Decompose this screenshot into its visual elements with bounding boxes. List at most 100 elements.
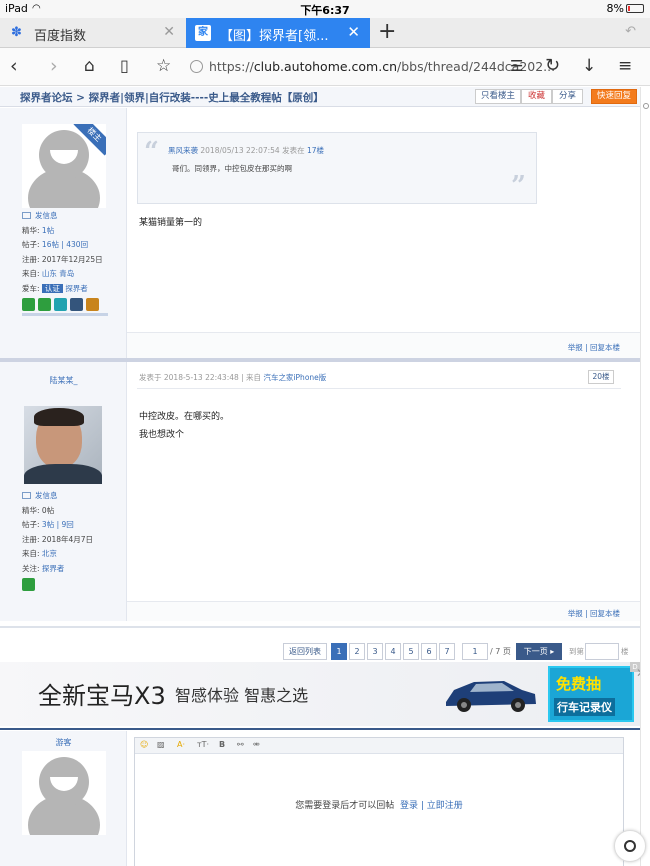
send-message-link[interactable]: 发信息 (35, 491, 58, 500)
post-actions: 举报 | 回复本楼 (567, 609, 620, 618)
post-source-link[interactable]: 汽车之家iPhone版 (263, 373, 326, 382)
reply-editor[interactable]: ☺ ▨ A· тT· B ⚯ ⚮ 您需要登录后才可以回帖 登录 | 立即注册 (134, 737, 624, 866)
close-tab-icon[interactable]: ✕ (347, 23, 360, 41)
bookmarks-icon[interactable]: ▯ (120, 55, 129, 77)
page-6[interactable]: 6 (421, 643, 437, 660)
favorite-button[interactable]: 收藏 (521, 89, 552, 104)
report-link[interactable]: 举报 (568, 343, 583, 352)
stat-value[interactable]: 3帖 | 9回 (42, 520, 74, 529)
bold-icon[interactable]: B (219, 740, 225, 749)
page-total: / 7 页 (490, 647, 511, 656)
promo-badge[interactable]: 免费抽 行车记录仪 (548, 666, 634, 722)
guest-label: 游客 (55, 738, 72, 747)
quote-floor-link[interactable]: 17楼 (307, 146, 324, 155)
tab-autohome[interactable]: 家 【图】探界者[领... ✕ (186, 18, 370, 48)
owner-medal-icon[interactable] (86, 297, 99, 311)
link-icon[interactable]: ⚯ (237, 740, 244, 749)
stat-value[interactable]: 北京 (42, 549, 57, 558)
page-7[interactable]: 7 (439, 643, 455, 660)
stat-label: 精华: (22, 505, 40, 515)
tab-baidu-index[interactable]: ✽ 百度指数 ✕ (0, 18, 184, 48)
close-tab-icon[interactable]: ✕ (163, 24, 175, 40)
report-link[interactable]: 举报 (568, 609, 583, 618)
tab-bar: ✽ 百度指数 ✕ 家 【图】探界者[领... ✕ + ↶ (0, 18, 650, 48)
level-medal-icon[interactable] (22, 297, 35, 311)
new-tab-icon[interactable]: + (378, 19, 396, 44)
bmw-ad-banner[interactable]: 全新宝马X3 智感体验 智惠之选 免费抽 行车记录仪 D (0, 662, 640, 726)
menu-icon[interactable]: ≡ (618, 55, 632, 77)
undo-icon[interactable]: ↶ (625, 24, 636, 39)
breadcrumb-forum-link[interactable]: 探界者论坛 (20, 92, 73, 104)
stat-value[interactable]: 16帖 | 430回 (42, 240, 88, 249)
floating-menu-button[interactable] (614, 830, 646, 862)
only-author-button[interactable]: 只看楼主 (475, 89, 521, 104)
stat-label: 爱车: (22, 283, 40, 293)
back-icon[interactable]: ‹ (10, 55, 18, 77)
breadcrumb: 探界者论坛 > 探界者|领界|自行改装----史上最全教程帖【原创】 (20, 90, 324, 105)
page-5[interactable]: 5 (403, 643, 419, 660)
guest-avatar (22, 751, 106, 835)
home-icon[interactable]: ⌂ (84, 55, 95, 77)
author-sidebar: 陆某某_ 发信息 精华: 0帖 帖子: 3帖 | 9回 注册: 2018年4月7… (0, 362, 127, 621)
author-username[interactable]: 陆某某_ (0, 375, 127, 386)
quick-reply-button[interactable]: 快速回复 (591, 89, 637, 104)
stat-value[interactable]: 1帖 (42, 226, 54, 235)
level-medal-icon[interactable] (38, 297, 51, 311)
unlink-icon[interactable]: ⚮ (253, 740, 260, 749)
breadcrumb-separator: > (72, 92, 89, 104)
download-icon[interactable]: ↓ (582, 55, 596, 77)
author-stats: 发信息 精华: 1帖 帖子: 16帖 | 430回 注册: 2017年12月25… (22, 209, 108, 316)
stat-label: 来自: (22, 269, 40, 278)
quote-author-link[interactable]: 黑风来袭 (168, 146, 198, 155)
stat-value: 0帖 (41, 505, 55, 515)
promo-bottom-text: 行车记录仪 (554, 698, 615, 716)
reload-icon[interactable]: ↻ (545, 55, 560, 77)
goto-label: 到第 (569, 647, 584, 656)
page-3[interactable]: 3 (367, 643, 383, 660)
floor-number[interactable]: 20楼 (588, 370, 614, 384)
tabs-overview-icon[interactable]: ☰ (510, 55, 523, 77)
post-floor-20: 陆某某_ 发信息 精华: 0帖 帖子: 3帖 | 9回 注册: 2018年4月7… (0, 362, 640, 621)
ad-tagline: 智感体验 智惠之选 (175, 686, 309, 705)
avatar[interactable] (24, 406, 102, 484)
page-4[interactable]: 4 (385, 643, 401, 660)
expand-bar[interactable] (22, 312, 108, 316)
share-button[interactable]: 分享 (552, 89, 583, 104)
ad-headline: 全新宝马X3 (38, 682, 166, 710)
reply-floor-link[interactable]: 回复本楼 (590, 343, 620, 352)
goto-floor-input[interactable] (585, 643, 619, 660)
post-divider (0, 626, 640, 628)
url-path: /bbs/thread/244dca202... (397, 59, 556, 74)
stat-value[interactable]: 探界者 (42, 564, 65, 573)
login-link[interactable]: 登录 (400, 801, 418, 811)
back-to-list-button[interactable]: 返回列表 (283, 643, 327, 660)
car-medal-icon[interactable] (70, 297, 83, 311)
level-medal-icon[interactable] (54, 297, 67, 311)
envelope-icon (22, 492, 31, 499)
level-medal-icon[interactable] (22, 577, 35, 591)
quote-block: “ 黑风来袭 2018/05/13 22:07:54 发表在 17楼 哥们。同领… (137, 132, 537, 204)
image-icon[interactable]: ▨ (157, 740, 165, 749)
register-link[interactable]: 立即注册 (427, 801, 463, 811)
medal-row (22, 297, 108, 312)
forward-icon[interactable]: › (50, 55, 58, 77)
address-bar[interactable]: https://club.autohome.com.cn/bbs/thread/… (190, 59, 555, 74)
reply-floor-link[interactable]: 回复本楼 (590, 609, 620, 618)
page-number-input[interactable]: 1 (462, 643, 488, 660)
stat-label: 关注: (22, 563, 40, 573)
font-color-icon[interactable]: A· (177, 740, 185, 749)
stat-value[interactable]: 探界者 (65, 284, 88, 293)
send-message-link[interactable]: 发信息 (35, 211, 58, 220)
page-2[interactable]: 2 (349, 643, 365, 660)
font-size-icon[interactable]: тT· (197, 740, 209, 749)
star-icon[interactable]: ☆ (156, 55, 171, 77)
right-scroll-rail[interactable] (640, 87, 650, 866)
next-page-label: 下一页 (523, 647, 548, 656)
page-1[interactable]: 1 (331, 643, 347, 660)
avatar[interactable]: 楼主 (22, 124, 106, 208)
next-page-button[interactable]: 下一页 ▸ (516, 643, 562, 660)
stat-value[interactable]: 山东 青岛 (42, 269, 74, 278)
pagination: 返回列表 1 2 3 4 5 6 7 1 / 7 页 下一页 ▸ 到第 楼 (0, 643, 640, 661)
emoji-icon[interactable]: ☺ (140, 740, 148, 749)
open-quote-icon: “ (144, 137, 159, 167)
